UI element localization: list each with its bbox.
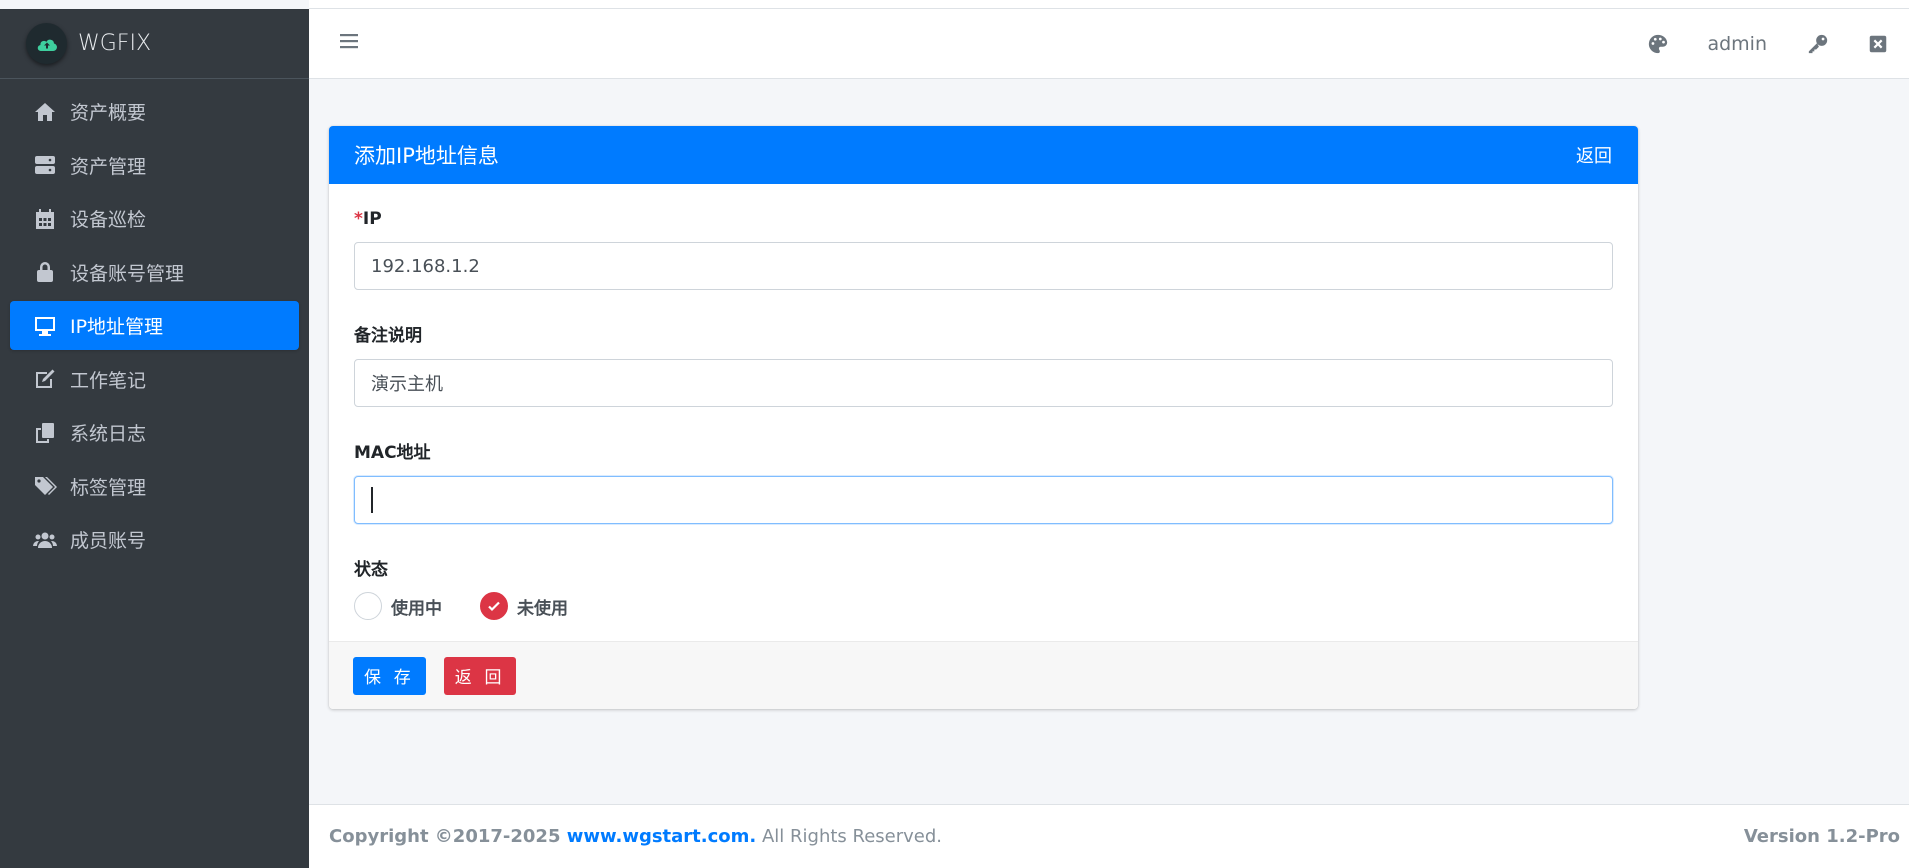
- palette-icon[interactable]: [1645, 31, 1671, 57]
- radio-label: 使用中: [391, 598, 442, 619]
- copy-icon: [32, 420, 58, 446]
- sidebar-item-device-accounts[interactable]: 设备账号管理: [10, 248, 299, 297]
- page-footer: Copyright ©2017-2025 www.wgstart.com. Al…: [309, 804, 1909, 868]
- sidebar-item-label: 成员账号: [70, 530, 147, 552]
- calendar-icon: [32, 206, 58, 232]
- required-mark: *: [354, 209, 363, 229]
- text-cursor: [371, 487, 373, 513]
- sidebar-item-label: 设备巡检: [70, 209, 147, 231]
- copyright: Copyright ©2017-2025 www.wgstart.com. Al…: [329, 826, 942, 847]
- save-button[interactable]: 保 存: [353, 656, 426, 695]
- status-radio-group: 使用中 未使用: [354, 592, 1613, 620]
- remark-input[interactable]: 演示主机: [354, 359, 1613, 407]
- lock-icon: [32, 259, 58, 285]
- sidebar-item-member-accounts[interactable]: 成员账号: [10, 515, 299, 564]
- sidebar: WGFIX 资产概要 资产管理 设备巡检 设备账号管理 IP地址管理 工作笔记: [0, 9, 309, 868]
- sidebar-item-label: 资产概要: [70, 102, 147, 124]
- sidebar-item-system-log[interactable]: 系统日志: [10, 408, 299, 457]
- status-option-unused[interactable]: 未使用: [480, 592, 568, 620]
- rights-text: All Rights Reserved.: [756, 826, 943, 847]
- users-icon: [32, 527, 58, 553]
- brand-name: WGFIX: [78, 31, 152, 56]
- mac-input[interactable]: [354, 476, 1613, 524]
- status-option-in-use[interactable]: 使用中: [354, 592, 442, 620]
- sidebar-item-ip-management[interactable]: IP地址管理: [10, 301, 299, 350]
- card-header: 添加IP地址信息 返回: [329, 126, 1638, 184]
- sidebar-item-label: 资产管理: [70, 155, 147, 178]
- sidebar-item-label: IP地址管理: [70, 316, 164, 338]
- status-label: 状态: [354, 560, 388, 580]
- card-footer: 保 存 返 回: [329, 641, 1638, 709]
- radio-label: 未使用: [517, 598, 568, 619]
- remark-label: 备注说明: [354, 326, 422, 346]
- add-ip-card: 添加IP地址信息 返回 *IP 192.168.1.2 备注说明 演示主机 MA…: [329, 126, 1638, 709]
- ip-label-text: IP: [362, 209, 382, 229]
- desktop-icon: [32, 313, 58, 339]
- form-body: *IP 192.168.1.2 备注说明 演示主机 MAC地址 状态 使用中 未…: [329, 184, 1638, 641]
- menu-toggle-icon[interactable]: [339, 31, 363, 55]
- ip-label: *IP: [354, 209, 1613, 229]
- top-navbar: admin: [309, 9, 1909, 79]
- copyright-prefix: Copyright ©2017-2025: [329, 826, 567, 847]
- sidebar-item-label: 系统日志: [70, 423, 147, 445]
- mac-label: MAC地址: [354, 443, 431, 463]
- sidebar-nav: 资产概要 资产管理 设备巡检 设备账号管理 IP地址管理 工作笔记 系统日志 标…: [0, 79, 309, 577]
- ip-value: 192.168.1.2: [371, 255, 480, 277]
- back-button[interactable]: 返 回: [443, 656, 517, 695]
- radio-unchecked-icon[interactable]: [354, 592, 382, 620]
- edit-icon: [32, 366, 58, 392]
- sidebar-item-work-notes[interactable]: 工作笔记: [10, 355, 299, 404]
- back-link[interactable]: 返回: [1576, 142, 1612, 168]
- site-link[interactable]: www.wgstart.com.: [567, 826, 757, 847]
- ip-input[interactable]: 192.168.1.2: [354, 242, 1613, 290]
- version-label: Version 1.2-Pro: [1743, 826, 1900, 847]
- tags-icon: [32, 473, 58, 499]
- home-icon: [32, 99, 58, 125]
- sidebar-item-asset-overview[interactable]: 资产概要: [10, 87, 299, 136]
- cloud-upload-icon: [26, 23, 67, 64]
- remark-value: 演示主机: [371, 374, 443, 395]
- card-title: 添加IP地址信息: [354, 144, 499, 168]
- sidebar-item-label: 设备账号管理: [70, 262, 185, 285]
- key-icon[interactable]: [1805, 31, 1831, 57]
- user-name[interactable]: admin: [1707, 33, 1767, 55]
- sidebar-item-tag-management[interactable]: 标签管理: [10, 462, 299, 511]
- server-icon: [32, 152, 58, 178]
- brand[interactable]: WGFIX: [0, 9, 309, 79]
- sidebar-item-asset-management[interactable]: 资产管理: [10, 141, 299, 190]
- navbar-right: admin: [1645, 9, 1909, 79]
- radio-checked-icon[interactable]: [480, 592, 508, 620]
- sidebar-item-inspection[interactable]: 设备巡检: [10, 194, 299, 243]
- close-window-icon[interactable]: [1865, 31, 1891, 57]
- top-strip: [309, 0, 1909, 9]
- sidebar-item-label: 标签管理: [70, 476, 147, 499]
- sidebar-item-label: 工作笔记: [70, 369, 147, 392]
